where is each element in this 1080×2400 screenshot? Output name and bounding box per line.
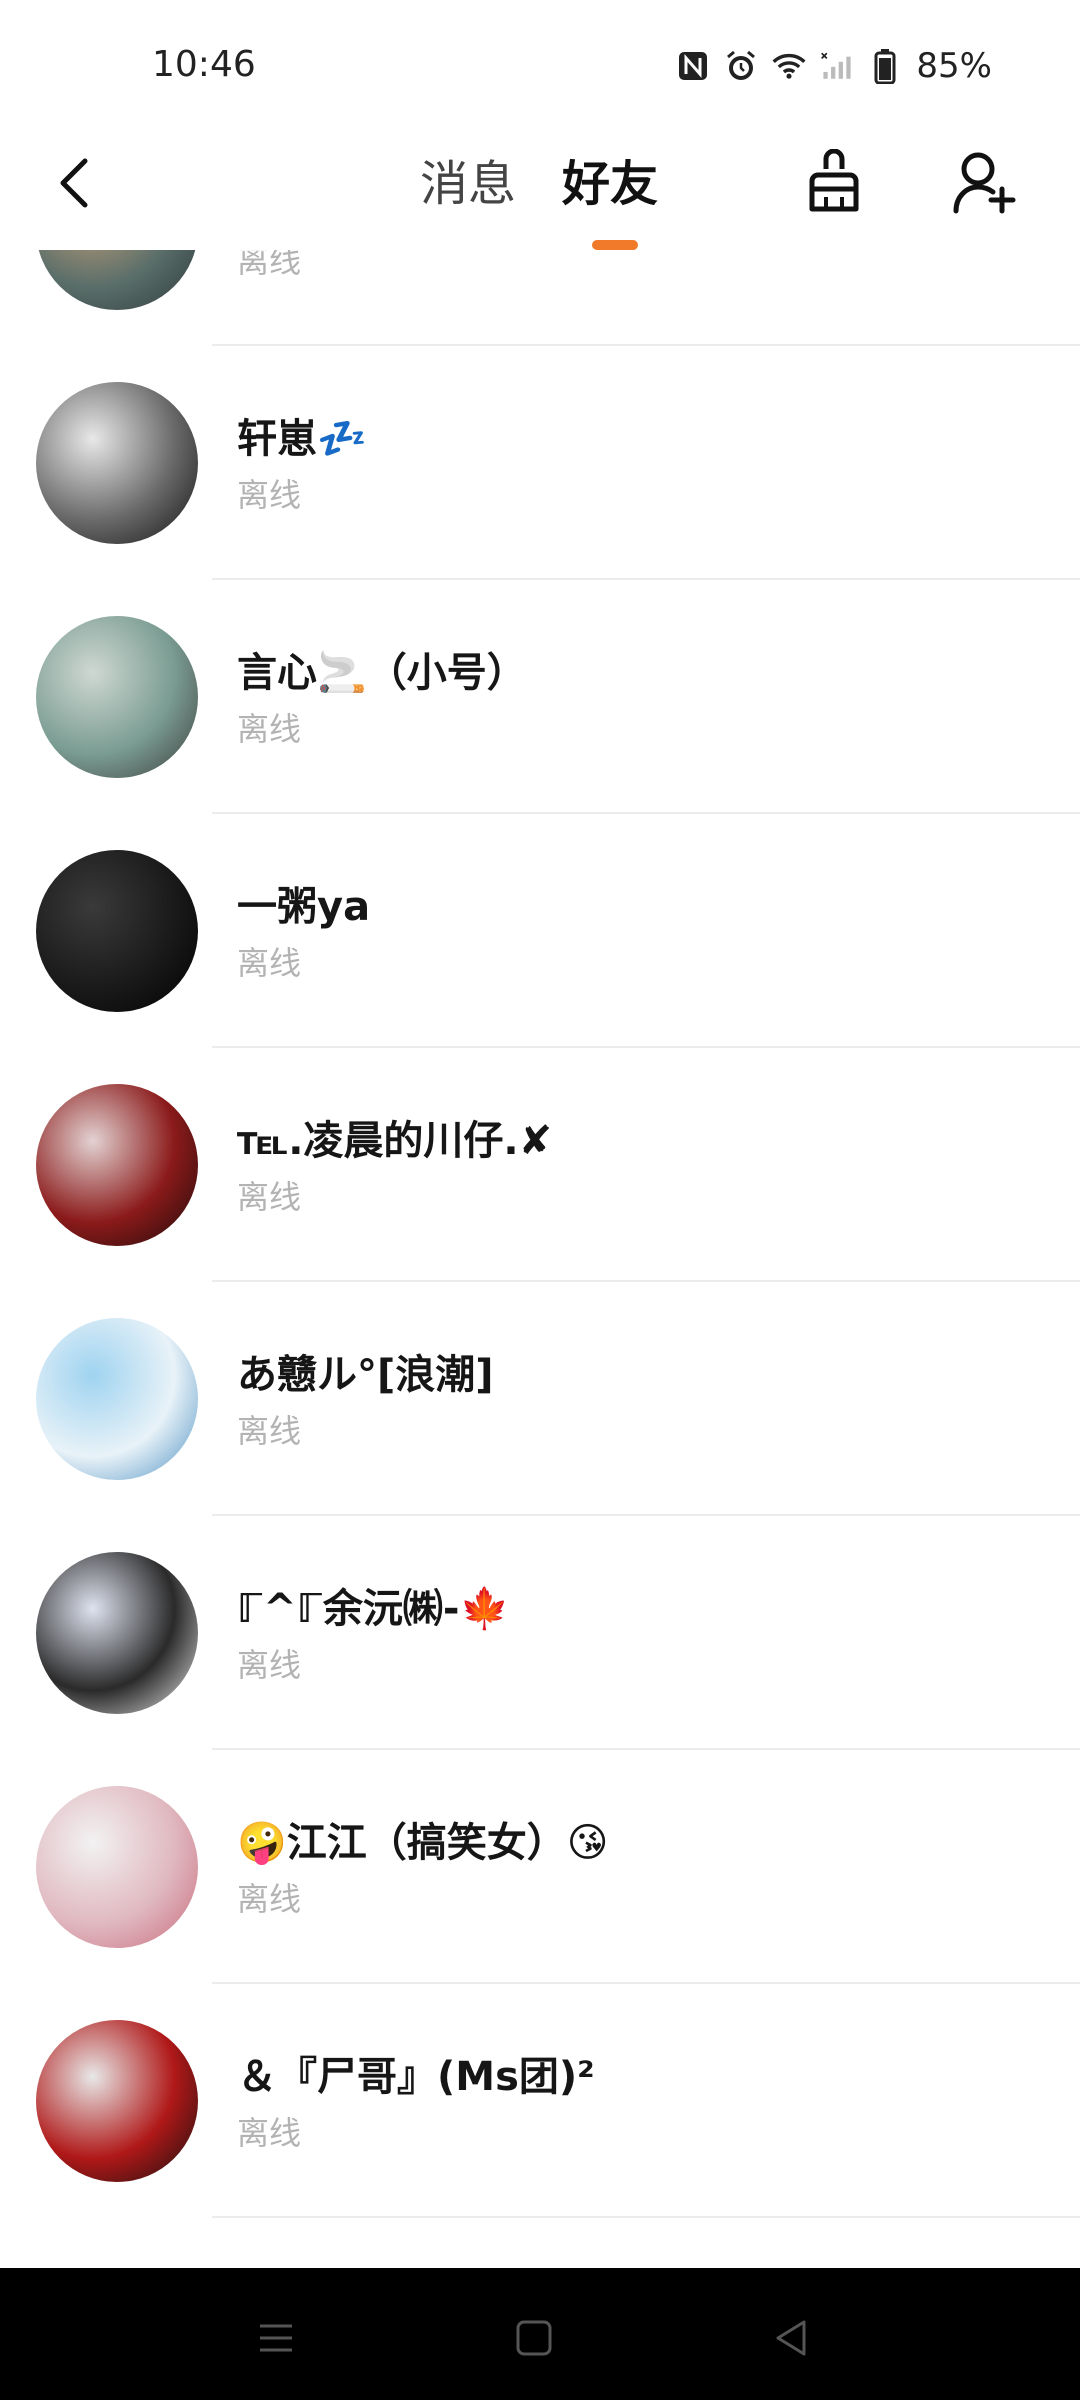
triangle-back-icon (776, 2320, 806, 2356)
home-square-icon (516, 2320, 552, 2356)
friend-status: 离线 (237, 944, 302, 982)
friend-name: 轩崽💤 (237, 416, 367, 462)
menu-icon (260, 2324, 292, 2352)
friend-status: 离线 (237, 2114, 302, 2152)
status-icons: 85% (676, 46, 992, 86)
friend-status: 离线 (237, 1412, 302, 1450)
friend-status: 离线 (237, 710, 302, 748)
friend-name: あ戆ル°[浪潮] (237, 1352, 494, 1398)
avatar[interactable] (36, 1318, 198, 1480)
friend-row[interactable]: ℡.凌晨的川仔.✘ 离线 (0, 1048, 1080, 1282)
friend-row[interactable]: 🤪江江（搞笑女）😘 离线 (0, 1750, 1080, 1984)
battery-icon (868, 49, 902, 84)
friend-row[interactable]: あ戆ル°[浪潮] 离线 (0, 1282, 1080, 1516)
recent-apps-button[interactable] (236, 2298, 316, 2378)
friend-name: ℡.凌晨的川仔.✘ (237, 1118, 553, 1164)
signal-icon (820, 49, 854, 83)
avatar[interactable] (36, 250, 198, 310)
avatar[interactable] (36, 850, 198, 1012)
home-button[interactable] (494, 2298, 574, 2378)
friend-row[interactable]: ＆『尸哥』(Ms团)² 离线 (0, 1984, 1080, 2218)
friend-row[interactable]: 轩崽💤 离线 (0, 346, 1080, 580)
friend-name: 一粥ya (237, 884, 371, 930)
add-user-icon (953, 152, 1016, 214)
avatar[interactable] (36, 1786, 198, 1948)
friend-status: 离线 (237, 250, 302, 280)
friend-row[interactable]: 南音似念青藏杯离线 (0, 250, 1080, 346)
system-back-button[interactable] (752, 2298, 832, 2378)
nfc-icon (676, 49, 710, 83)
friend-status: 离线 (237, 1646, 302, 1684)
broom-icon (809, 149, 859, 212)
wifi-icon (772, 49, 806, 83)
system-nav-bar (0, 2268, 1080, 2400)
friend-name: ℾ^ℾ余沅㈱-🍁 (237, 1586, 510, 1632)
status-bar: 10:46 85% (0, 0, 1080, 130)
battery-percent: 85% (916, 46, 992, 86)
friend-name: 言心🚬（小号） (237, 650, 527, 696)
friend-row[interactable]: 一粥ya 离线 (0, 814, 1080, 1048)
friend-status: 离线 (237, 1178, 302, 1216)
friend-row[interactable]: ℾ^ℾ余沅㈱-🍁 离线 (0, 1516, 1080, 1750)
header: 消息 好友 (0, 130, 1080, 250)
chevron-left-icon (60, 158, 88, 208)
friend-status: 离线 (237, 476, 302, 514)
clean-button[interactable] (798, 142, 870, 222)
status-time: 10:46 (152, 44, 256, 85)
avatar[interactable] (36, 2020, 198, 2182)
friend-name: 🤪江江（搞笑女）😘 (237, 1820, 609, 1866)
add-friend-button[interactable] (948, 142, 1020, 222)
tab-friends[interactable]: 好友 (562, 144, 658, 214)
avatar[interactable] (36, 1084, 198, 1246)
avatar[interactable] (36, 1552, 198, 1714)
tab-messages[interactable]: 消息 (420, 144, 516, 214)
avatar[interactable] (36, 616, 198, 778)
row-divider (212, 2216, 1080, 2218)
friends-list[interactable]: 南音似念青藏杯离线轩崽💤离线言心🚬（小号）离线一粥ya离线℡.凌晨的川仔.✘离线… (0, 250, 1080, 2268)
friend-row[interactable]: 言心🚬（小号） 离线 (0, 580, 1080, 814)
friend-name: ＆『尸哥』(Ms团)² (237, 2054, 595, 2100)
alarm-icon (724, 49, 758, 83)
back-button[interactable] (38, 148, 108, 218)
friend-status: 离线 (237, 1880, 302, 1918)
active-tab-indicator (592, 240, 638, 250)
avatar[interactable] (36, 382, 198, 544)
